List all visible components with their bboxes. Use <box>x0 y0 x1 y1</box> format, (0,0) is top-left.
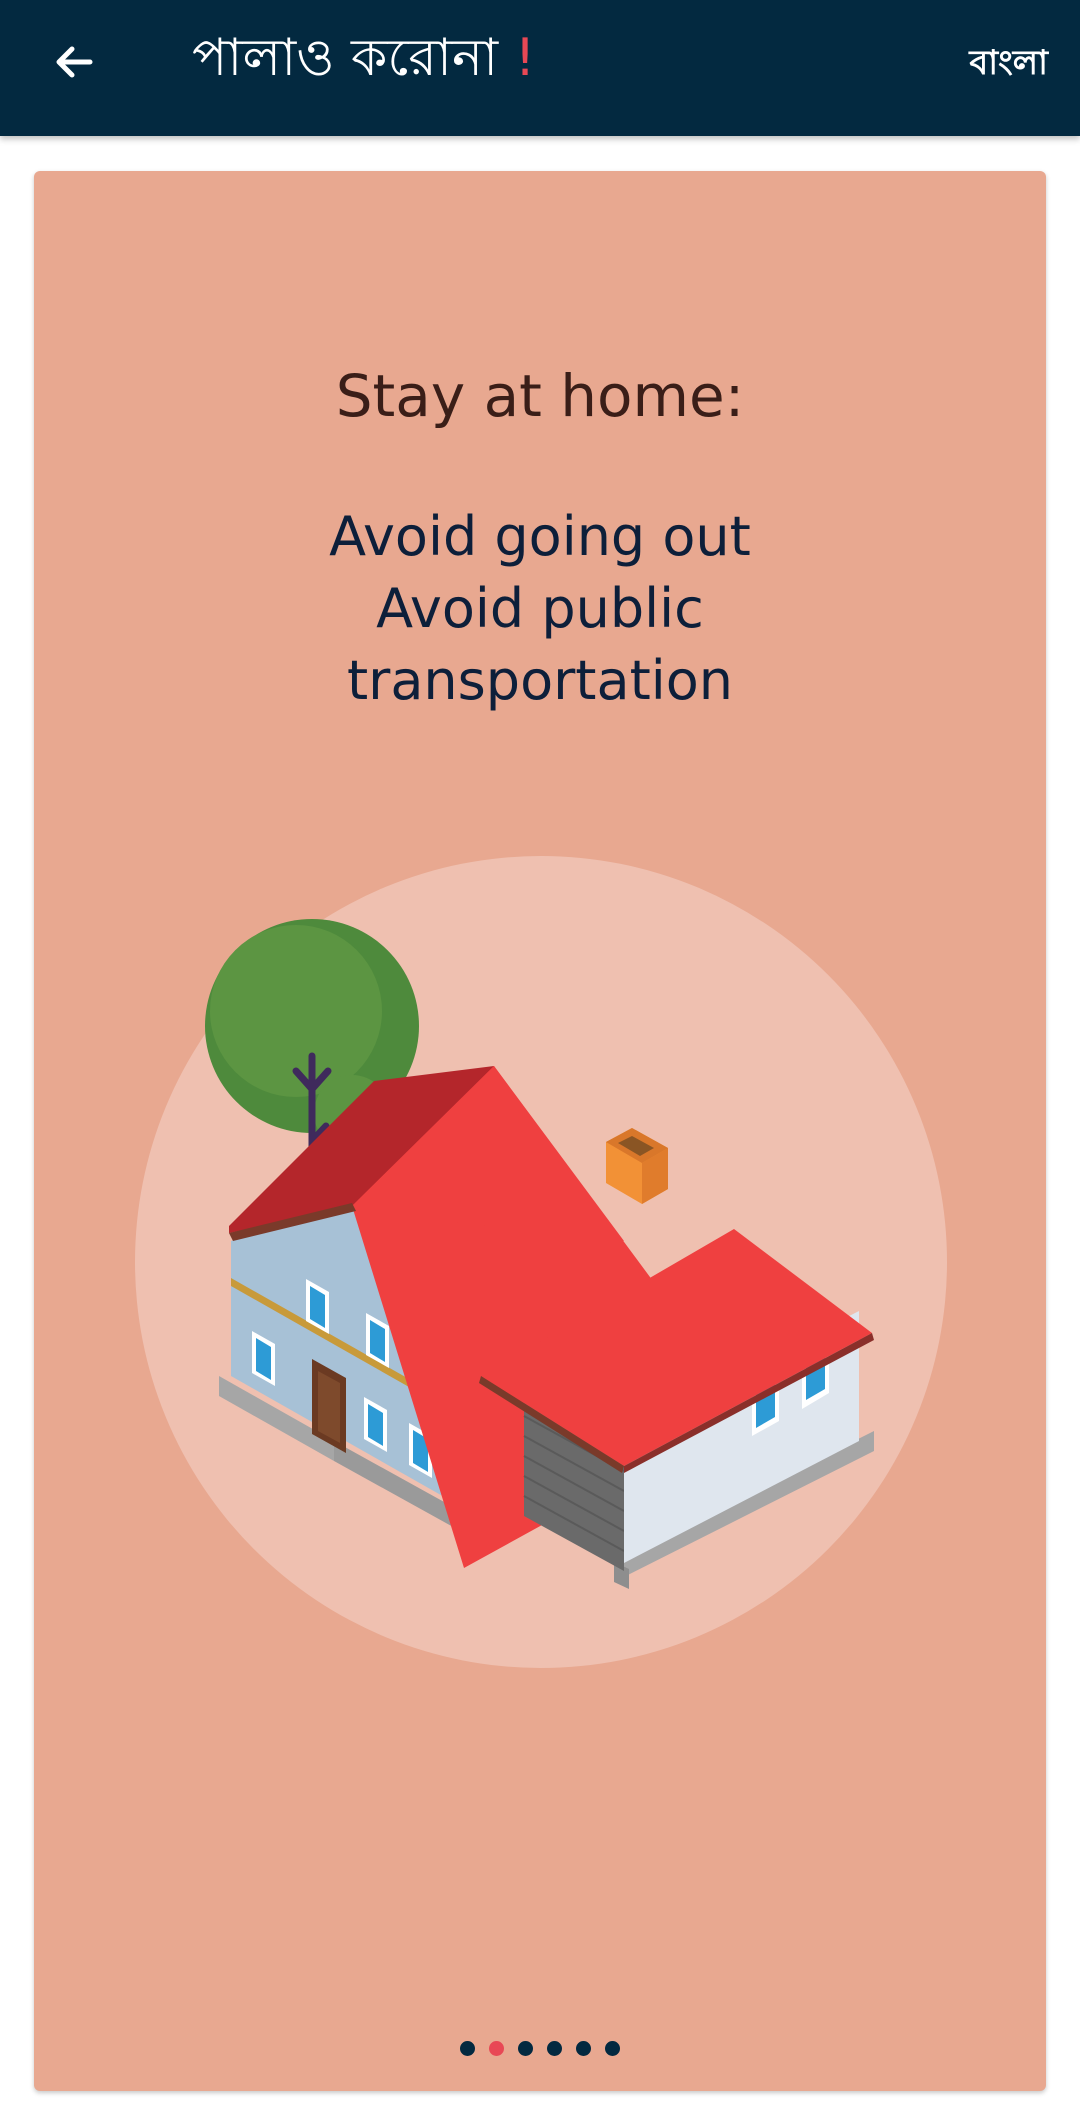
back-button[interactable] <box>36 24 112 100</box>
arrow-left-icon <box>56 46 93 78</box>
slide-line: Avoid public <box>376 577 704 640</box>
app-title: পালাও করোনা ! <box>192 26 535 90</box>
info-slide-card: Stay at home: Avoid going out Avoid publ… <box>34 171 1046 2091</box>
slide-line: transportation <box>346 649 734 712</box>
slide-heading: Stay at home: <box>335 362 745 430</box>
app-title-text: পালাও করোনা <box>192 28 515 88</box>
slide-instructions: Avoid going out Avoid public transportat… <box>34 501 1046 717</box>
page-dot-active[interactable] <box>489 2041 504 2056</box>
page-dot[interactable] <box>460 2041 475 2056</box>
page-dot[interactable] <box>547 2041 562 2056</box>
house-illustration <box>135 856 947 1668</box>
page-indicator <box>34 2041 1046 2056</box>
app-bar: পালাও করোনা ! বাংলা <box>0 0 1080 136</box>
page-dot[interactable] <box>576 2041 591 2056</box>
page-dot[interactable] <box>605 2041 620 2056</box>
slide-line: Avoid going out <box>329 505 751 568</box>
language-button[interactable]: বাংলা <box>969 38 1048 88</box>
page-dot[interactable] <box>518 2041 533 2056</box>
app-title-exclamation: ! <box>514 28 536 88</box>
